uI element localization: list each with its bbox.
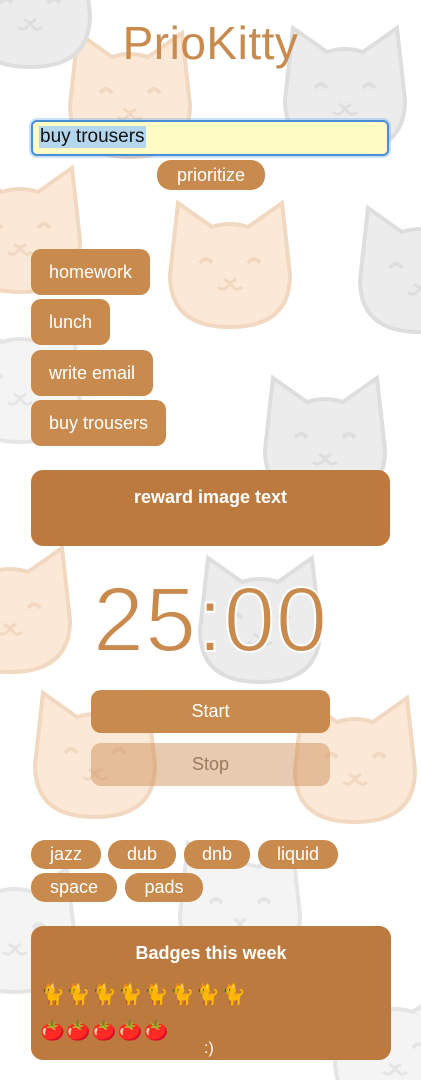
app-root: PrioKitty buy trousers prioritize homewo…: [0, 0, 421, 1080]
genre-pads[interactable]: pads: [125, 873, 203, 902]
timer-display: 25:00: [92, 568, 329, 672]
reward-panel: reward image text: [31, 470, 390, 546]
cat-badges: 🐈🐈🐈🐈🐈🐈🐈🐈: [40, 984, 248, 1006]
tomato-badges: 🍅🍅🍅🍅🍅: [40, 1020, 170, 1042]
genre-liquid[interactable]: liquid: [258, 840, 338, 869]
smile-text: :): [204, 1040, 214, 1057]
genre-space[interactable]: space: [31, 873, 117, 902]
task-item-buy-trousers[interactable]: buy trousers: [31, 400, 167, 446]
genre-dub[interactable]: dub: [108, 840, 176, 869]
genre-jazz[interactable]: jazz: [31, 840, 101, 869]
genre-dnb[interactable]: dnb: [184, 840, 250, 869]
badges-title: Badges this week: [135, 943, 287, 963]
app-title: PrioKitty: [122, 17, 299, 69]
start-button[interactable]: Start: [91, 690, 330, 733]
task-item-lunch[interactable]: lunch: [31, 299, 111, 345]
reward-text: reward image text: [133, 487, 288, 507]
stop-button[interactable]: Stop: [91, 743, 330, 786]
task-input[interactable]: buy trousers: [31, 120, 389, 156]
selected-text: buy trousers: [39, 126, 146, 148]
task-item-write-email[interactable]: write email: [31, 350, 154, 396]
task-item-homework[interactable]: homework: [31, 249, 151, 295]
badges-panel: Badges this week 🐈🐈🐈🐈🐈🐈🐈🐈 🍅🍅🍅🍅🍅 :): [31, 926, 391, 1060]
prioritize-button[interactable]: prioritize: [157, 160, 265, 190]
